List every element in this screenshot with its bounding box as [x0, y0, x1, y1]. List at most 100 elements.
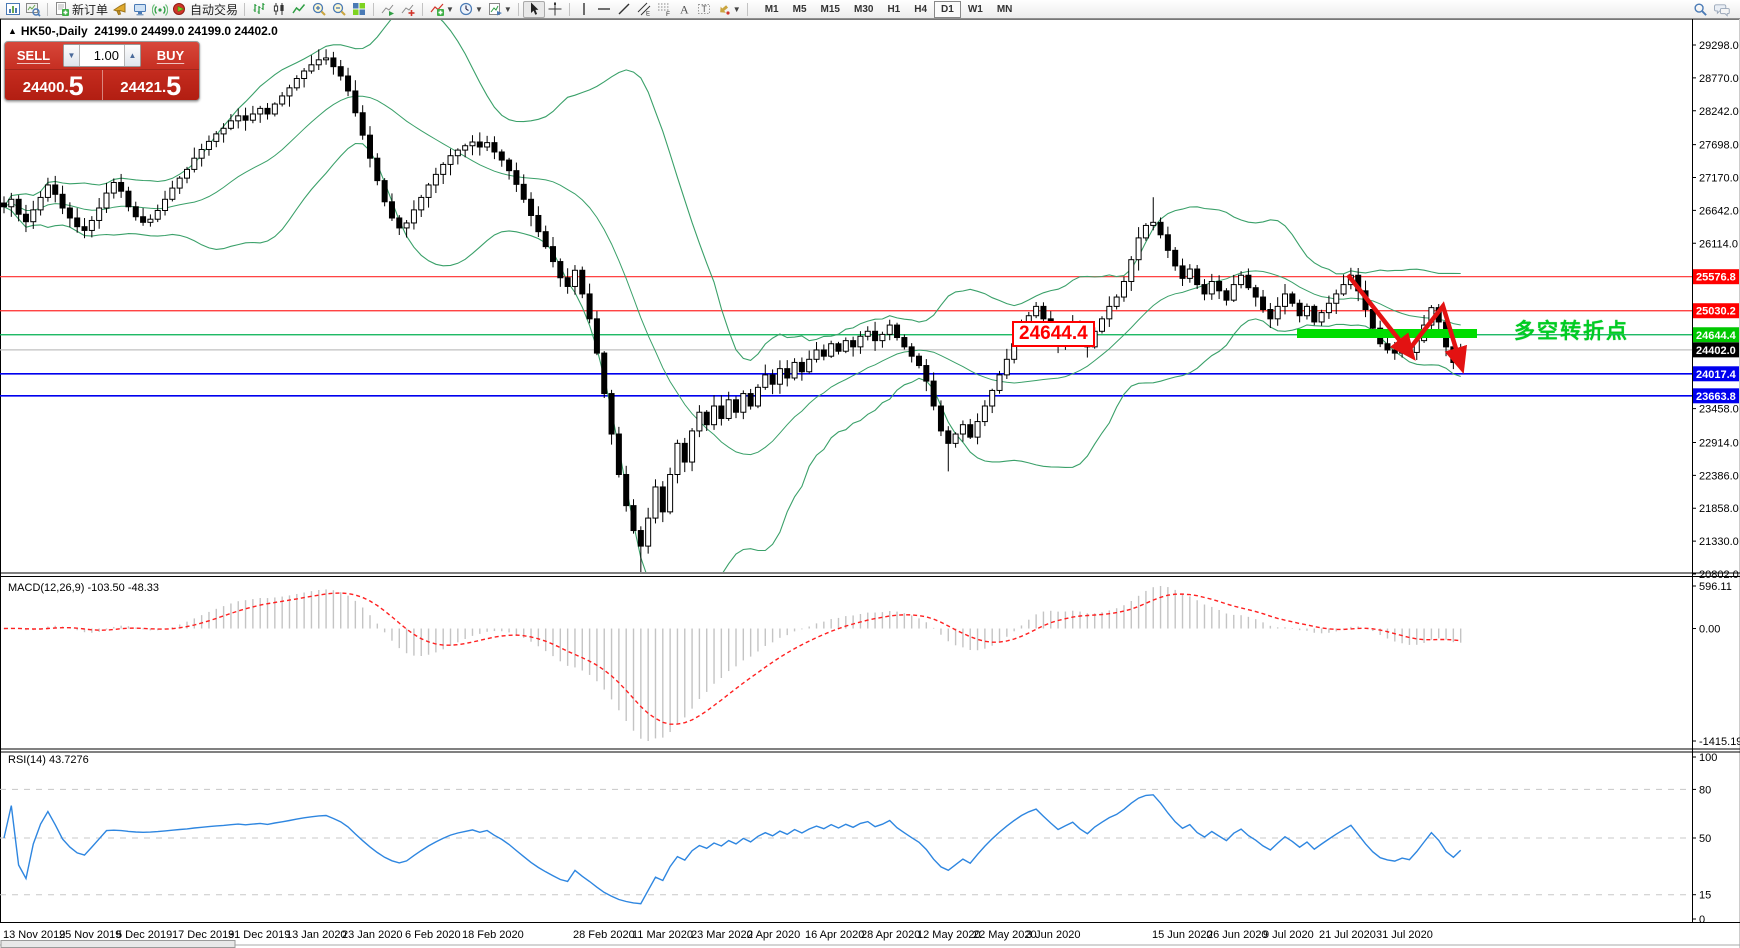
timeframe-button-M5[interactable]: M5 [786, 1, 814, 18]
pivot-annotation-text[interactable]: 多空转折点 [1514, 315, 1629, 345]
timeframe-button-MN[interactable]: MN [990, 1, 1020, 18]
terminal-icon [132, 1, 148, 17]
chart-shift-button[interactable] [398, 1, 418, 18]
sell-button[interactable]: SELL [5, 42, 62, 69]
volume-decrease-button[interactable]: ▼ [64, 45, 80, 66]
crosshair-button[interactable] [545, 1, 565, 18]
horizontal-scrollbar-thumb[interactable] [1, 941, 235, 948]
vertical-line-tool[interactable] [574, 1, 594, 18]
horizontal-line-tool[interactable] [594, 1, 614, 18]
date-axis-label: 11 Mar 2020 [632, 929, 693, 941]
date-axis-label: 21 Jul 2020 [1319, 929, 1376, 941]
rsi-axis-label: 50 [1699, 833, 1711, 845]
terminal-button[interactable] [130, 1, 150, 18]
toolbar-separator [422, 3, 423, 16]
trendline-icon [616, 1, 632, 17]
arrow-tools-button[interactable]: ▼ [714, 1, 743, 18]
macd-name: MACD(12,26,9) [8, 582, 84, 594]
price-axis-label: 26114.0 [1699, 238, 1738, 250]
ohlc-readout: 24199.0 24499.0 24199.0 24402.0 [94, 24, 278, 38]
date-axis-label: 12 May 2020 [917, 929, 981, 941]
volume-increase-button[interactable]: ▲ [124, 45, 140, 66]
main-toolbar: 新订单 自动交易 ▼ ▼ ▼ E F A T ▼ M [0, 0, 1740, 19]
collapse-arrow-icon[interactable]: ▲ [8, 26, 17, 36]
line-chart-icon [291, 1, 307, 17]
alert-horn-icon [112, 1, 128, 17]
autotrading-button[interactable]: 自动交易 [170, 1, 240, 18]
alerts-button[interactable] [110, 1, 130, 18]
bar-chart-button[interactable] [249, 1, 269, 18]
volume-input[interactable]: 1.00 [80, 45, 124, 66]
sell-price[interactable]: 24400.5 [5, 70, 103, 101]
indicators-button[interactable]: ▼ [427, 1, 456, 18]
price-level-tag: 24017.4 [1696, 369, 1737, 381]
date-axis-label: 16 Apr 2020 [805, 929, 864, 941]
horizontal-line-icon [596, 1, 612, 17]
tile-windows-button[interactable] [349, 1, 369, 18]
date-axis-label: 23 Jan 2020 [342, 929, 403, 941]
templates-button[interactable]: ▼ [485, 1, 514, 18]
chat-icon[interactable] [1714, 2, 1731, 17]
periods-button[interactable]: ▼ [456, 1, 485, 18]
candlestick-chart-button[interactable] [269, 1, 289, 18]
macd-axis-label: 0.00 [1699, 624, 1720, 636]
timeframe-button-H4[interactable]: H4 [907, 1, 934, 18]
sell-price-big-digit: 5 [69, 73, 84, 100]
sell-price-main: 24400 [23, 76, 65, 100]
channel-tool[interactable]: E [634, 1, 654, 18]
crosshair-icon [547, 1, 563, 17]
tile-windows-icon [351, 1, 367, 17]
timeframe-button-M15[interactable]: M15 [814, 1, 847, 18]
timeframe-button-H1[interactable]: H1 [880, 1, 907, 18]
timeframe-button-D1[interactable]: D1 [934, 1, 961, 18]
buy-button[interactable]: BUY [142, 42, 199, 69]
date-axis-label: 3 Jun 2020 [1026, 929, 1080, 941]
new-chart-button[interactable] [3, 1, 23, 18]
chart-canvas[interactable]: 29298.028770.028242.027698.027170.026642… [0, 0, 1740, 948]
buy-price[interactable]: 24421.5 [103, 70, 200, 101]
timeframe-button-M30[interactable]: M30 [847, 1, 880, 18]
date-axis-label: 28 Apr 2020 [861, 929, 920, 941]
price-callout-box[interactable]: 24644.4 [1012, 321, 1095, 347]
zoom-in-button[interactable] [309, 1, 329, 18]
price-axis-label: 27698.0 [1699, 140, 1739, 152]
timeframe-button-M1[interactable]: M1 [758, 1, 786, 18]
timeframe-button-W1[interactable]: W1 [961, 1, 990, 18]
rsi-axis-label: 80 [1699, 784, 1711, 796]
cursor-button[interactable] [523, 1, 545, 18]
line-chart-button[interactable] [289, 1, 309, 18]
rsi-axis-label: 100 [1699, 752, 1717, 764]
cursor-icon [526, 1, 542, 17]
trendline-tool[interactable] [614, 1, 634, 18]
new-chart-icon [5, 1, 21, 17]
date-axis[interactable]: 13 Nov 201925 Nov 20195 Dec 201917 Dec 2… [3, 929, 1433, 941]
profiles-button[interactable] [23, 1, 43, 18]
toolbar-separator [373, 3, 374, 16]
price-axis[interactable]: 29298.028770.028242.027698.027170.026642… [1692, 40, 1739, 581]
autotrading-label: 自动交易 [190, 1, 238, 18]
zoom-out-button[interactable] [329, 1, 349, 18]
chevron-down-icon: ▼ [504, 5, 512, 14]
buy-price-big-digit: 5 [166, 73, 181, 100]
fibonacci-tool[interactable]: F [654, 1, 674, 18]
text-tool[interactable]: A [674, 1, 694, 18]
svg-text:T: T [701, 4, 707, 14]
rsi-panel: 1008050150 [0, 752, 1717, 926]
price-axis-label: 28770.0 [1699, 73, 1739, 85]
rsi-axis-label: 15 [1699, 890, 1711, 902]
rsi-name: RSI(14) [8, 754, 46, 766]
search-icon[interactable] [1693, 2, 1708, 17]
auto-scroll-button[interactable] [378, 1, 398, 18]
toolbar-separator [47, 3, 48, 16]
svg-text:F: F [666, 11, 670, 17]
date-axis-label: 25 Nov 2019 [59, 929, 121, 941]
signals-button[interactable] [150, 1, 170, 18]
chevron-down-icon: ▼ [446, 5, 454, 14]
new-order-label: 新订单 [72, 1, 108, 18]
new-order-button[interactable]: 新订单 [52, 1, 110, 18]
text-label-tool[interactable]: T [694, 1, 714, 18]
chart-title: ▲HK50-,Daily 24199.0 24499.0 24199.0 244… [8, 24, 278, 38]
zoom-out-icon [331, 1, 347, 17]
bollinger-bands [4, 5, 1461, 609]
price-axis-label: 26642.0 [1699, 205, 1739, 217]
